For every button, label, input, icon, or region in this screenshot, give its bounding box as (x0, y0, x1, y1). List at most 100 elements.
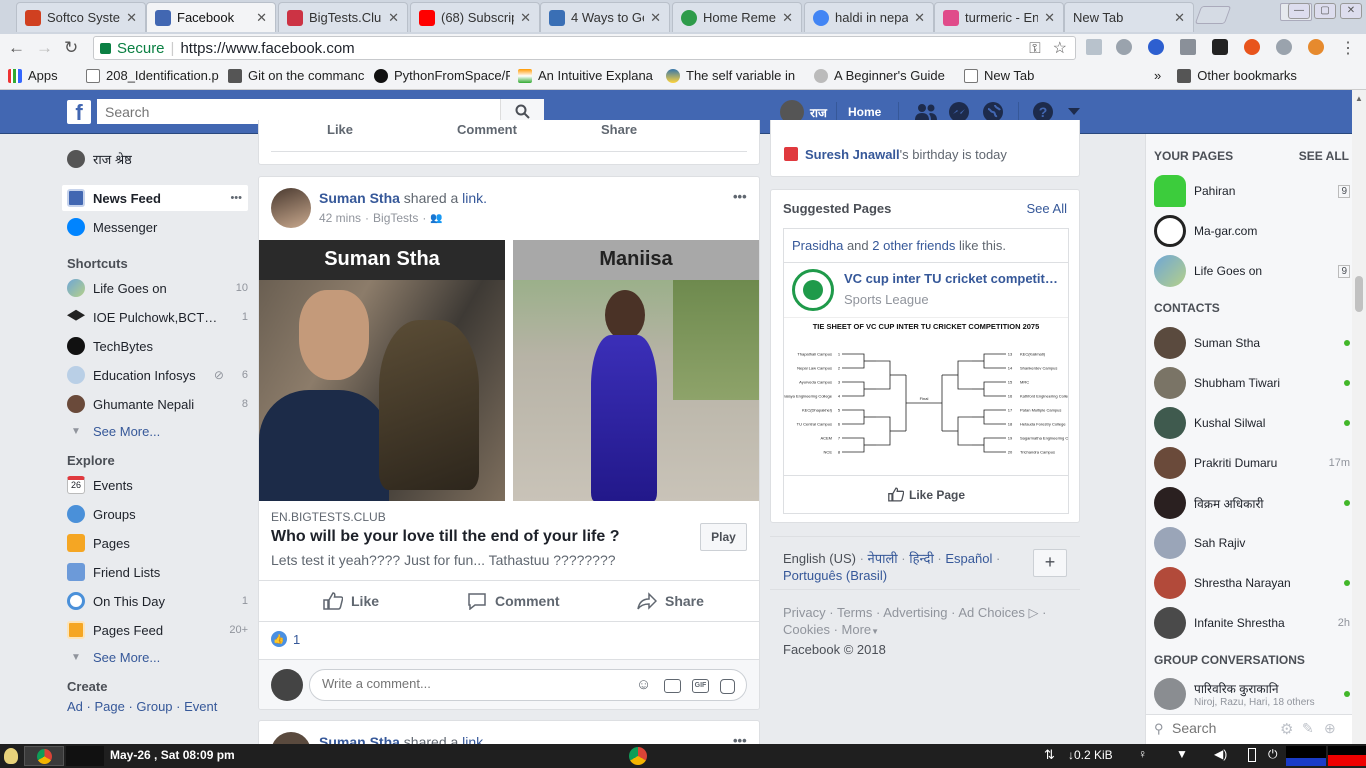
close-tab-icon[interactable]: ✕ (782, 10, 793, 26)
create-group-link[interactable]: Group (136, 699, 172, 714)
create-page-link[interactable]: Page (94, 699, 124, 714)
battery-icon[interactable] (1248, 748, 1256, 762)
page-item[interactable]: Life Goes on 9 (1154, 251, 1350, 291)
browser-tab[interactable]: Home Remed ✕ (672, 2, 802, 32)
contact-item[interactable]: Shubham Tiwari (1154, 363, 1350, 403)
extension-icon[interactable] (1086, 39, 1102, 55)
browser-tab[interactable]: Softco Syster ✕ (16, 2, 146, 32)
comment-button[interactable]: Comment (467, 592, 560, 610)
chrome-taskbar-icon[interactable] (24, 746, 64, 766)
browser-tab-active[interactable]: Facebook ✕ (146, 2, 276, 32)
like-button[interactable]: Like (327, 122, 353, 137)
browser-tab[interactable]: 4 Ways to Ge ✕ (540, 2, 670, 32)
close-tab-icon[interactable]: ✕ (1174, 10, 1185, 26)
see-all-link[interactable]: See All (1027, 201, 1067, 216)
more-languages-button[interactable]: + (1033, 549, 1067, 577)
bookmark-item[interactable]: An Intuitive Explana (510, 68, 658, 83)
see-more-shortcuts[interactable]: ▼ See More... (67, 418, 248, 444)
link-word[interactable]: link. (462, 190, 487, 206)
contact-item[interactable]: Shrestha Narayan (1154, 563, 1350, 603)
like-button[interactable]: Like (323, 592, 379, 610)
sidebar-item-messenger[interactable]: Messenger (67, 214, 248, 240)
shortcut-item[interactable]: Life Goes on 10 (67, 275, 248, 301)
camera-icon[interactable] (664, 679, 681, 693)
page-scrollbar[interactable]: ▲ (1352, 90, 1366, 744)
shortcut-item[interactable]: Ghumante Nepali 8 (67, 391, 248, 417)
sidebar-item-pages-feed[interactable]: Pages Feed 20+ (67, 617, 248, 643)
footer-link[interactable]: Terms (837, 605, 872, 620)
author-avatar[interactable] (271, 188, 311, 228)
clock-text[interactable]: May-26 , Sat 08:09 pm (110, 748, 235, 762)
shortcut-item[interactable]: IOE Pulchowk,BCT… 1 (67, 304, 248, 330)
extension-icon[interactable] (1276, 39, 1292, 55)
bookmark-item[interactable]: Git on the commanc (220, 68, 366, 83)
sidebar-item-on-this-day[interactable]: On This Day 1 (67, 588, 248, 614)
scrollbar-thumb[interactable] (1355, 276, 1363, 312)
contact-item[interactable]: Prakriti Dumaru 17m (1154, 443, 1350, 483)
close-tab-icon[interactable]: ✕ (126, 10, 137, 26)
sidebar-item-groups[interactable]: Groups (67, 501, 248, 527)
close-tab-icon[interactable]: ✕ (914, 10, 925, 26)
shortcut-item[interactable]: TechBytes (67, 333, 248, 359)
close-tab-icon[interactable]: ✕ (388, 10, 399, 26)
footer-link[interactable]: Cookies (783, 622, 830, 637)
bookmark-item[interactable]: A Beginner's Guide (806, 68, 956, 83)
minimize-icon[interactable]: — (1288, 3, 1310, 19)
bookmark-star-icon[interactable]: ☆ (1053, 38, 1067, 58)
comment-input[interactable] (322, 676, 622, 691)
new-tab-button[interactable] (1194, 6, 1232, 24)
start-menu-icon[interactable] (4, 748, 18, 764)
close-tab-icon[interactable]: ✕ (520, 10, 531, 26)
close-window-icon[interactable]: ✕ (1340, 3, 1362, 19)
share-button[interactable]: Share (601, 122, 637, 137)
more-options-icon[interactable]: ••• (230, 192, 248, 204)
chrome-menu-icon[interactable]: ⋮ (1340, 38, 1356, 58)
post-app[interactable]: BigTests (373, 211, 418, 225)
tie-sheet-image[interactable]: TIE SHEET OF VC CUP INTER TU CRICKET COM… (784, 317, 1068, 475)
back-icon[interactable]: ← (8, 38, 25, 58)
chat-search-input[interactable] (1172, 720, 1272, 736)
extension-icon[interactable] (1212, 39, 1228, 55)
like-page-button[interactable]: Like Page (888, 487, 965, 502)
audience-friends-icon[interactable]: 👥 (430, 213, 442, 224)
see-all-pages-link[interactable]: SEE ALL (1299, 149, 1349, 163)
comment-button[interactable]: Comment (457, 122, 517, 137)
language-link[interactable]: नेपाली (868, 551, 898, 566)
key-icon[interactable]: ⚿ (1029, 40, 1040, 57)
extension-icon[interactable] (1244, 39, 1260, 55)
page-name-link[interactable]: VC cup inter TU cricket competit… (844, 271, 1062, 286)
left-nav-profile[interactable]: राज श्रेष्ठ (67, 146, 248, 172)
browser-tab[interactable]: BigTests.Club ✕ (278, 2, 408, 32)
shortcut-item[interactable]: Education Infosys ⊘ 6 (67, 362, 248, 388)
extension-icon[interactable] (1180, 39, 1196, 55)
browser-tab[interactable]: New Tab ✕ (1064, 2, 1194, 32)
post-timestamp[interactable]: 42 mins (319, 211, 361, 225)
extension-icon[interactable] (1116, 39, 1132, 55)
new-group-icon[interactable]: ⊕ (1324, 720, 1336, 737)
volume-icon[interactable]: ◀) (1214, 747, 1227, 761)
birthday-person-link[interactable]: Suresh Jnawall (805, 147, 900, 162)
language-link[interactable]: Português (Brasil) (783, 568, 887, 583)
chrome-icon[interactable] (629, 747, 647, 765)
link-preview-text[interactable]: EN.BIGTESTS.CLUB Who will be your love t… (259, 501, 759, 581)
close-tab-icon[interactable]: ✕ (1044, 10, 1055, 26)
sidebar-item-events[interactable]: 26 Events (67, 472, 248, 498)
gif-icon[interactable]: GIF (692, 679, 709, 693)
sidebar-item-pages[interactable]: Pages (67, 530, 248, 556)
group-conversation-item[interactable]: पारिवरिक कुराकानि Niroj, Razu, Hari, 18 … (1154, 674, 1350, 714)
other-bookmarks[interactable]: Other bookmarks (1169, 68, 1305, 83)
see-more-explore[interactable]: ▼ See More... (67, 644, 248, 670)
extension-icon[interactable] (1148, 39, 1164, 55)
sticker-icon[interactable] (720, 679, 735, 694)
sidebar-item-news-feed[interactable]: News Feed ••• (62, 185, 248, 211)
language-link[interactable]: Español (945, 551, 992, 566)
contact-item[interactable]: Kushal Silwal (1154, 403, 1350, 443)
bookmark-item[interactable]: New Tab (956, 68, 1046, 83)
browser-tab[interactable]: (68) Subscrip ✕ (410, 2, 540, 32)
link-preview-image[interactable]: Suman Stha Maniisa (259, 240, 759, 501)
contact-item[interactable]: Sah Rajiv (1154, 523, 1350, 563)
close-tab-icon[interactable]: ✕ (256, 10, 267, 26)
share-button[interactable]: Share (637, 592, 704, 610)
play-button[interactable]: Play (700, 523, 747, 551)
close-tab-icon[interactable]: ✕ (650, 10, 661, 26)
